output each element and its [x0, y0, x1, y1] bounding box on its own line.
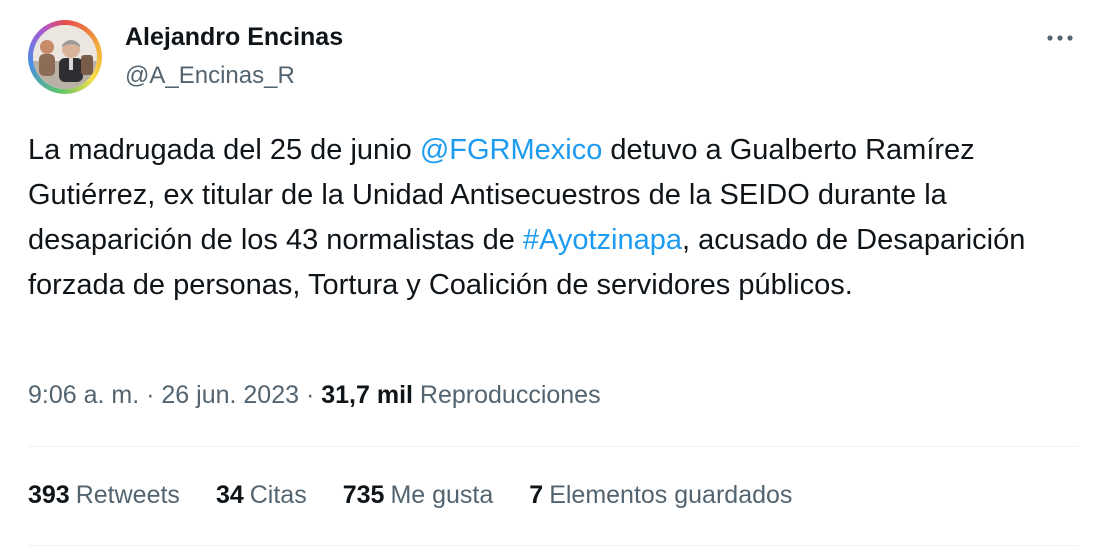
- more-horizontal-icon: [1047, 35, 1073, 41]
- views-count: 31,7 mil: [321, 381, 413, 409]
- meta-separator: ·: [139, 381, 162, 409]
- mention-link[interactable]: @FGRMexico: [420, 134, 603, 166]
- quotes-stat[interactable]: 34 Citas: [216, 481, 307, 510]
- stat-label: Retweets: [75, 481, 180, 509]
- stat-count: 393: [28, 481, 70, 509]
- tweet-stats: 393 Retweets 34 Citas 735 Me gusta 7 Element…: [28, 481, 792, 510]
- divider: [28, 446, 1078, 447]
- retweets-stat[interactable]: 393 Retweets: [28, 481, 180, 510]
- avatar-photo: [33, 25, 97, 89]
- tweet-time[interactable]: 9:06 a. m.: [28, 381, 139, 409]
- stat-label: Me gusta: [390, 481, 494, 509]
- divider: [28, 545, 1078, 546]
- tweet-card: Alejandro Encinas @A_Encinas_R La madrug…: [0, 0, 1120, 554]
- stat-label: Citas: [249, 481, 307, 509]
- more-options-button[interactable]: [1040, 22, 1080, 54]
- author-handle[interactable]: @A_Encinas_R: [125, 62, 295, 90]
- bookmarks-stat[interactable]: 7 Elementos guardados: [529, 481, 792, 510]
- tweet-meta: 9:06 a. m. · 26 jun. 2023 · 31,7 mil Rep…: [28, 381, 601, 410]
- avatar[interactable]: [28, 20, 102, 94]
- tweet-text: La madrugada del 25 de junio @FGRMexico …: [28, 128, 1088, 308]
- person-image-icon: [33, 25, 97, 89]
- meta-separator: ·: [299, 381, 322, 409]
- stat-label: Elementos guardados: [549, 481, 793, 509]
- tweet-date[interactable]: 26 jun. 2023: [161, 381, 299, 409]
- author-name[interactable]: Alejandro Encinas: [125, 23, 343, 52]
- stat-count: 735: [342, 481, 385, 509]
- stat-count: 7: [529, 481, 544, 509]
- likes-stat[interactable]: 735 Me gusta: [343, 481, 494, 510]
- views-label: Reproducciones: [419, 381, 601, 409]
- stat-count: 34: [215, 481, 244, 509]
- hashtag-link[interactable]: #Ayotzinapa: [523, 224, 682, 256]
- tweet-text-segment: La madrugada del 25 de junio: [28, 134, 420, 166]
